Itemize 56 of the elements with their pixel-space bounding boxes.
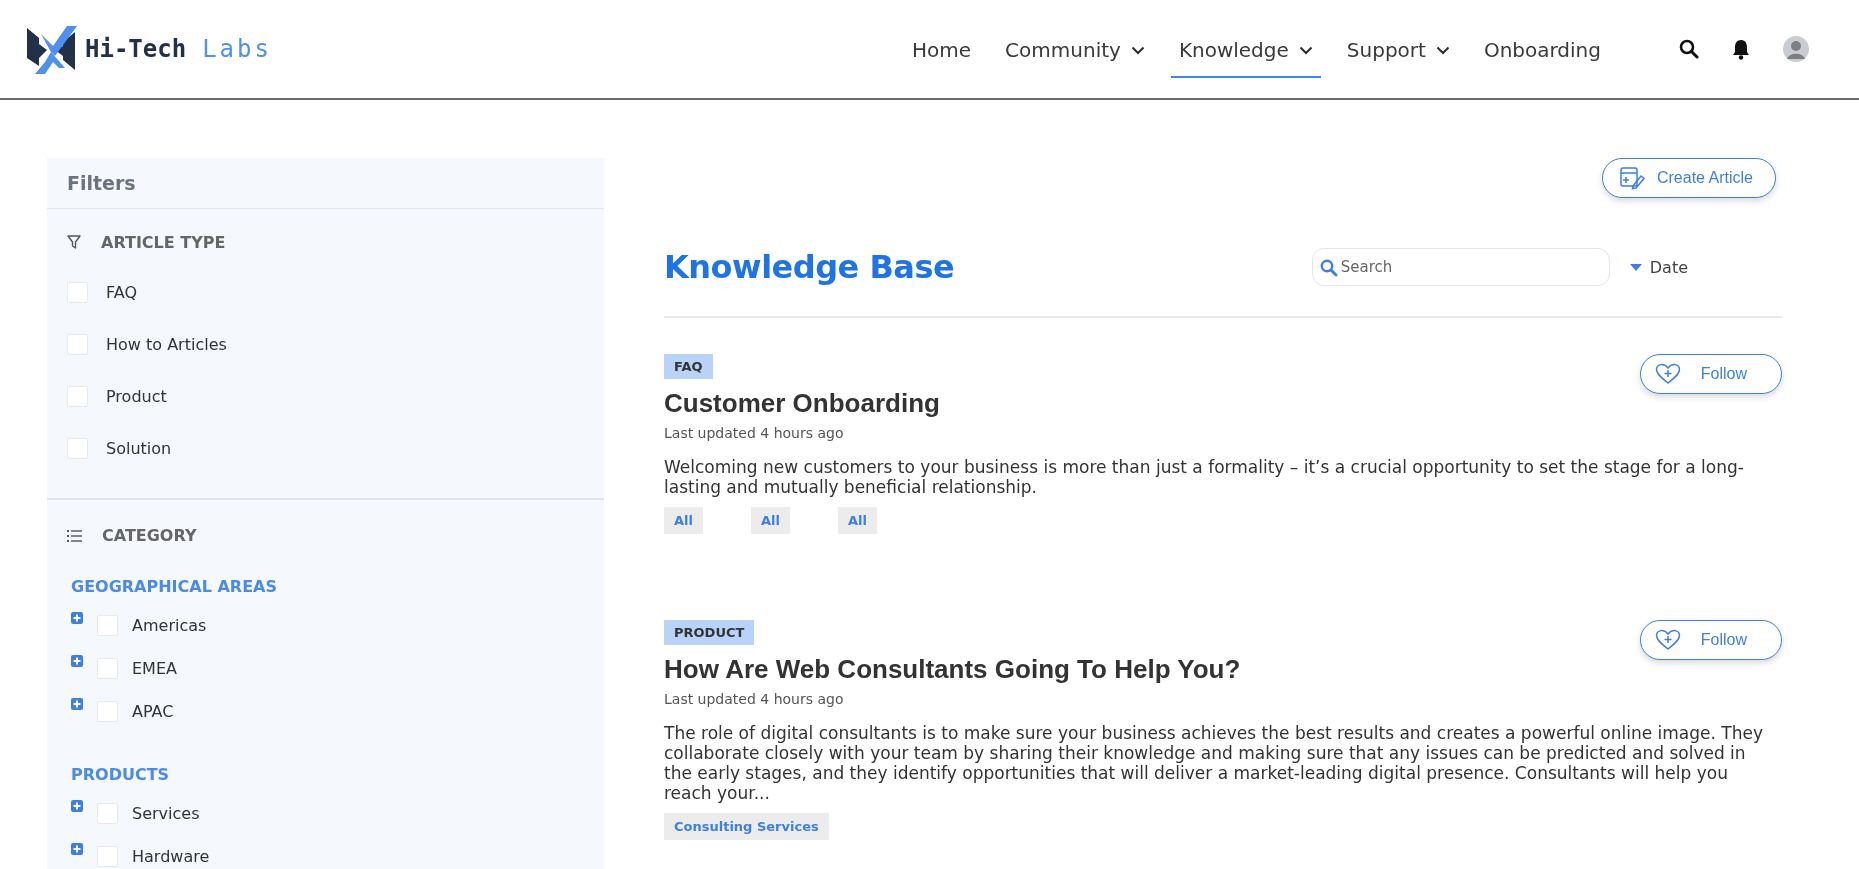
avatar-icon[interactable] (1783, 36, 1809, 62)
follow-button[interactable]: Follow (1639, 620, 1782, 660)
search-icon[interactable] (1679, 39, 1699, 59)
heart-plus-icon (1654, 363, 1681, 385)
search-field[interactable]: Search (1311, 248, 1610, 286)
expand-icon[interactable] (71, 800, 83, 812)
checkbox-label[interactable]: EMEA (132, 659, 177, 678)
sort-dropdown[interactable]: Date (1623, 256, 1694, 278)
expand-icon[interactable] (71, 843, 83, 855)
checkbox-label[interactable]: Solution (106, 438, 172, 458)
bell-icon[interactable] (1731, 38, 1751, 60)
checkbox[interactable] (97, 658, 118, 679)
expand-icon[interactable] (71, 612, 83, 624)
logo-wordmark: Hi-Tech (85, 35, 187, 63)
nav-link[interactable]: Community (997, 20, 1153, 78)
updated-time: Last updated 4 hours ago (664, 425, 845, 441)
checkbox-label[interactable]: FAQ (106, 282, 137, 302)
nav-link[interactable]: Support (1338, 20, 1458, 78)
checkbox[interactable] (97, 846, 118, 867)
article-type-badge: PRODUCT (664, 620, 755, 645)
checkbox-label[interactable]: Services (132, 804, 200, 823)
create-article-button[interactable]: Create Article (1601, 158, 1776, 198)
checkbox-label[interactable]: Hardware (132, 847, 210, 866)
checkbox-label[interactable]: APAC (132, 702, 174, 721)
section-heading: ARTICLE TYPE (101, 233, 226, 252)
checkbox[interactable] (97, 803, 118, 824)
heart-plus-icon (1654, 629, 1681, 651)
nav-link[interactable]: Home (904, 20, 980, 78)
article-summary: The role of digital consultants is to make sure your business achieves the best results and creates a powerful online image. They collaborate closely with your team by sharing their knowledge and making sure that any issues can be predicted and solved in the early stages, and they identify opportunities that will deliver a market-leading digital presence. Consultants will help you reach your... (664, 723, 1764, 803)
page-title: Knowledge Base (664, 248, 955, 286)
group-heading: GEOGRAPHICAL AREAS (71, 577, 278, 596)
checkbox-label[interactable]: How to Articles (106, 334, 227, 354)
nav-link[interactable]: Knowledge (1170, 20, 1321, 78)
checkbox[interactable] (67, 281, 88, 303)
checkbox-label[interactable]: Product (106, 386, 167, 406)
document-edit-icon (1618, 166, 1645, 190)
checkbox[interactable] (97, 615, 118, 636)
follow-button[interactable]: Follow (1639, 354, 1782, 394)
article-type-badge: FAQ (664, 354, 713, 379)
expand-icon[interactable] (71, 655, 83, 667)
checkbox-label[interactable]: Americas (132, 616, 207, 635)
panel-title: Filters (47, 158, 604, 209)
section-heading: CATEGORY (102, 526, 197, 545)
updated-time: Last updated 4 hours ago (664, 691, 845, 707)
caret-down-icon (1629, 263, 1642, 271)
checkbox[interactable] (67, 385, 88, 407)
logo-wordmark: Labs (202, 35, 272, 63)
checkbox[interactable] (67, 437, 88, 459)
checkbox[interactable] (97, 701, 118, 722)
group-heading: PRODUCTS (71, 765, 171, 784)
checkbox[interactable] (67, 333, 88, 355)
article-summary: Welcoming new customers to your business is more than just a formality – it’s a crucial opportunity to set the stage for a long-lasting and mutually beneficial relationship. (664, 457, 1745, 497)
expand-icon[interactable] (71, 698, 83, 710)
filter-icon (67, 235, 81, 250)
nav-link[interactable]: Onboarding (1475, 20, 1609, 78)
list-icon (67, 529, 82, 542)
